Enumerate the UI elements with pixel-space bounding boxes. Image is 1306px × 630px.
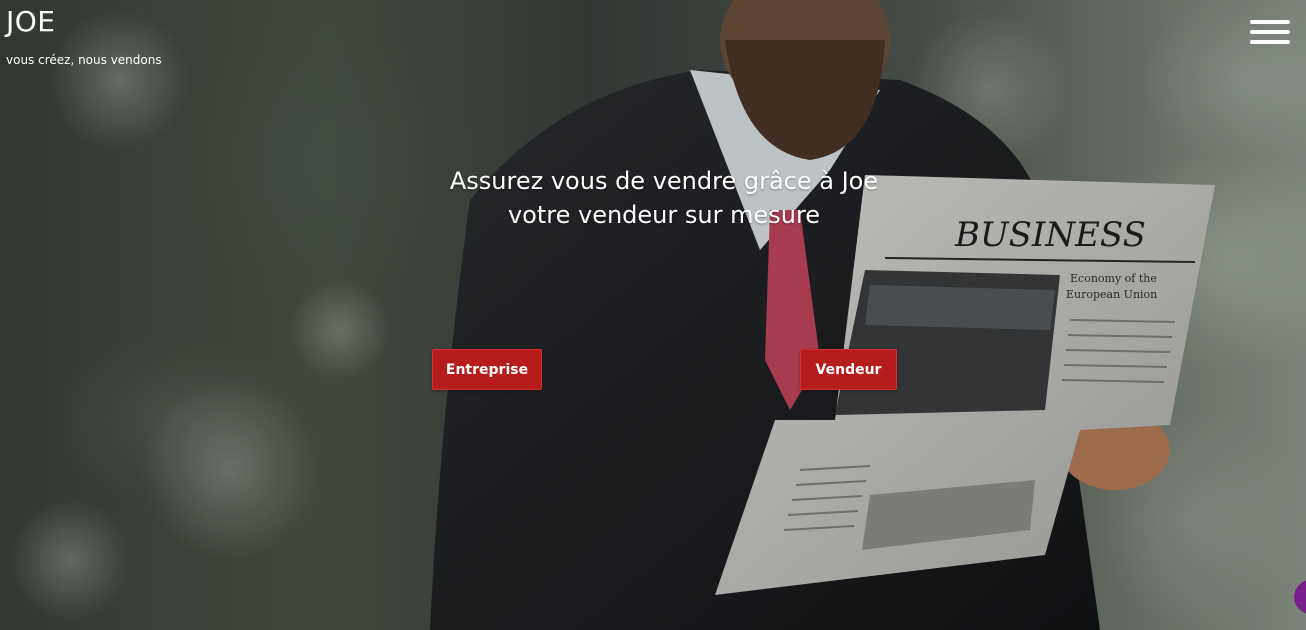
brand[interactable]: JOE vous créez, nous vendons — [6, 4, 162, 68]
hero-headline-line-1: Assurez vous de vendre grâce à Joe — [449, 167, 879, 195]
hamburger-menu-icon[interactable] — [1250, 18, 1294, 48]
vendeur-button[interactable]: Vendeur — [800, 349, 897, 390]
hero-headline-line-2: votre vendeur sur mesure — [507, 201, 821, 229]
entreprise-button[interactable]: Entreprise — [432, 349, 542, 390]
hero-section: BUSINESS Economy of the European Union J… — [0, 0, 1306, 630]
brand-title[interactable]: JOE — [6, 4, 162, 40]
menu-bar — [1250, 30, 1290, 34]
hero-dark-overlay — [0, 0, 1306, 630]
menu-bar — [1250, 20, 1290, 24]
hero-headline: Assurez vous de vendre grâce à Joe votre… — [400, 164, 928, 232]
menu-bar — [1250, 40, 1290, 44]
brand-tagline: vous créez, nous vendons — [6, 53, 162, 67]
